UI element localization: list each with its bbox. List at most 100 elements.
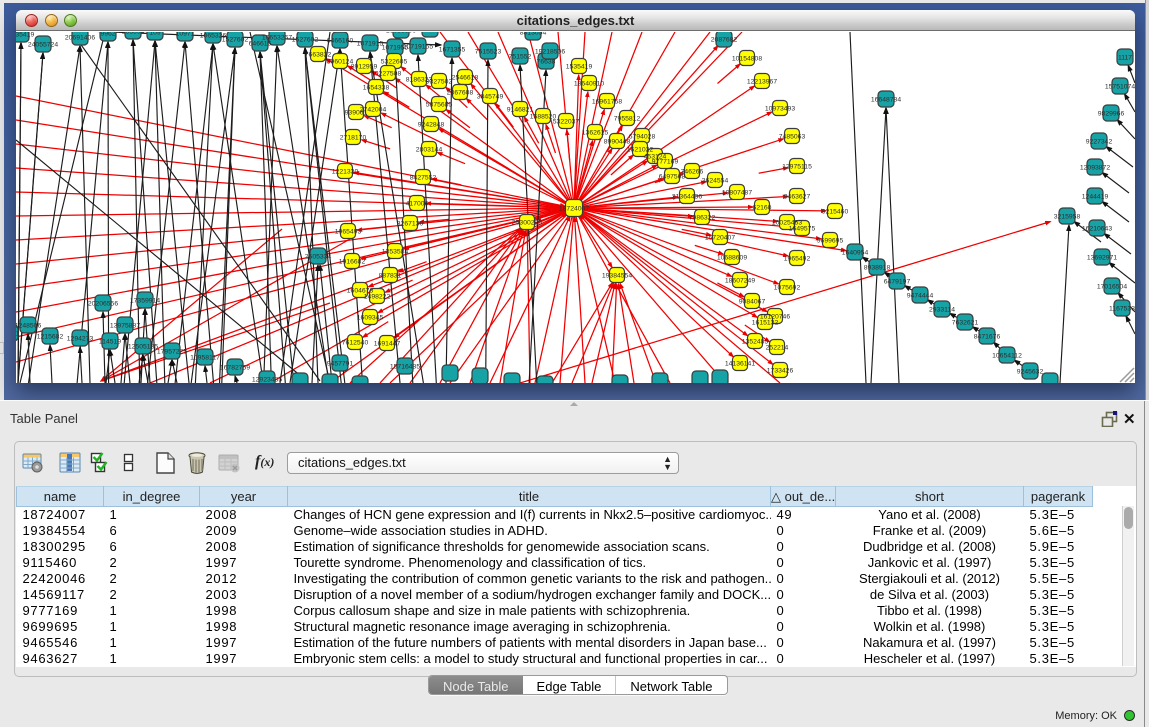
svg-text:114519: 114519 [99, 339, 121, 346]
svg-text:8912959: 8912959 [351, 64, 378, 71]
svg-text:109: 109 [149, 32, 161, 37]
svg-text:9084067: 9084067 [739, 299, 766, 306]
svg-text:20206556: 20206556 [88, 301, 118, 308]
svg-text:2546618: 2546618 [452, 75, 479, 82]
svg-text:1167533: 1167533 [1109, 306, 1135, 313]
svg-text:9699695: 9699695 [817, 238, 844, 245]
svg-text:18640910: 18640910 [574, 81, 604, 88]
svg-text:417006: 417006 [406, 201, 429, 208]
svg-text:10958117: 10958117 [190, 355, 220, 362]
svg-text:16210643: 16210643 [1082, 226, 1112, 233]
svg-text:12213967: 12213967 [747, 79, 777, 86]
svg-text:8471676: 8471676 [974, 334, 1001, 341]
svg-text:10807487: 10807487 [722, 190, 752, 197]
svg-text:10971: 10971 [176, 32, 195, 38]
svg-text:2087682: 2087682 [711, 37, 738, 44]
svg-text:1244419: 1244419 [1082, 194, 1109, 201]
svg-text:3267130: 3267130 [397, 221, 424, 228]
svg-text:9829966: 9829966 [1098, 111, 1125, 118]
svg-text:646616: 646616 [249, 41, 272, 48]
svg-text:1535419: 1535419 [16, 32, 34, 39]
svg-text:1640954: 1640954 [842, 250, 869, 257]
svg-text:15751074: 15751074 [1105, 84, 1135, 91]
svg-text:9215460: 9215460 [822, 209, 849, 216]
svg-text:7986322: 7986322 [689, 215, 716, 222]
svg-text:6479197: 6479197 [884, 279, 911, 286]
svg-text:1671355: 1671355 [439, 47, 466, 54]
svg-text:7632621: 7632621 [952, 320, 979, 327]
svg-text:7485063: 7485063 [779, 134, 806, 141]
svg-text:10719155: 10719155 [403, 44, 433, 51]
svg-text:9227342: 9227342 [1086, 139, 1113, 146]
svg-text:1215682: 1215682 [37, 334, 64, 341]
svg-text:15720407: 15720407 [705, 235, 735, 242]
svg-text:2505334: 2505334 [305, 254, 332, 261]
svg-text:1609345: 1609345 [357, 315, 384, 322]
svg-text:1527602: 1527602 [222, 37, 249, 44]
svg-text:1294273: 1294273 [67, 336, 94, 343]
svg-text:17957225: 17957225 [157, 349, 187, 356]
svg-text:1615132: 1615132 [752, 320, 779, 327]
svg-text:9146821: 9146821 [507, 107, 534, 114]
svg-text:1965493: 1965493 [335, 229, 362, 236]
svg-text:9457791: 9457791 [327, 361, 354, 368]
svg-text:1916682: 1916682 [339, 259, 366, 266]
svg-text:18724007: 18724007 [559, 206, 589, 213]
svg-text:9327502: 9327502 [426, 79, 453, 86]
svg-text:8813054: 8813054 [520, 32, 547, 37]
svg-text:2803144: 2803144 [416, 147, 443, 154]
svg-text:17016504: 17016504 [1097, 284, 1127, 291]
svg-text:12505135: 12505135 [128, 344, 158, 351]
svg-text:76638: 76638 [537, 59, 556, 66]
svg-text:10154808: 10154808 [732, 56, 762, 63]
svg-text:1221330: 1221330 [332, 169, 359, 176]
svg-text:10973493: 10973493 [765, 106, 795, 113]
svg-text:2367608: 2367608 [447, 90, 474, 97]
svg-text:2718170: 2718170 [340, 135, 367, 142]
svg-text:9962: 9962 [100, 32, 115, 38]
svg-text:5875685: 5875685 [426, 102, 453, 109]
svg-text:1691447: 1691447 [374, 341, 401, 348]
svg-text:9463627: 9463627 [784, 194, 811, 201]
svg-text:24055724: 24055724 [28, 42, 58, 49]
svg-text:2933114: 2933114 [929, 307, 955, 314]
svg-text:13692971: 13692971 [1087, 255, 1117, 262]
svg-text:3215958: 3215958 [1054, 214, 1081, 221]
svg-text:7663822: 7663822 [305, 52, 332, 59]
svg-text:887831: 887831 [379, 273, 402, 280]
svg-text:9245632: 9245632 [1017, 369, 1044, 376]
svg-text:1733426: 1733426 [767, 368, 794, 375]
svg-text:10654112: 10654112 [992, 353, 1022, 360]
svg-text:1117: 1117 [1118, 55, 1132, 62]
svg-text:19384554: 19384554 [602, 273, 632, 280]
svg-text:1535419: 1535419 [566, 64, 593, 71]
svg-text:16648784: 16648784 [871, 97, 901, 104]
svg-text:252214: 252214 [766, 345, 789, 352]
svg-text:1075692: 1075692 [774, 285, 801, 292]
svg-text:20691406: 20691406 [65, 35, 95, 42]
svg-text:8960124: 8960124 [327, 59, 354, 66]
svg-text:9474444: 9474444 [907, 293, 934, 300]
svg-text:1965492: 1965492 [784, 256, 811, 263]
svg-text:14136141: 14136141 [725, 361, 755, 368]
svg-text:8990448: 8990448 [604, 139, 631, 146]
svg-text:15716485: 15716485 [390, 364, 420, 371]
svg-text:12923485: 12923485 [252, 377, 282, 384]
svg-text:7612540: 7612540 [342, 340, 369, 347]
svg-text:16961758: 16961758 [592, 99, 622, 106]
svg-text:8938918: 8938918 [864, 265, 891, 272]
svg-text:746266: 746266 [681, 169, 704, 176]
svg-text:19218506: 19218506 [535, 49, 565, 56]
svg-text:5322037: 5322037 [553, 119, 580, 126]
svg-text:1362615: 1362615 [582, 130, 609, 137]
svg-text:12975115: 12975115 [782, 164, 812, 171]
svg-text:1071915: 1071915 [357, 41, 384, 48]
svg-text:17359914: 17359914 [130, 298, 160, 305]
svg-text:6794028: 6794028 [629, 134, 656, 141]
svg-text:13975887: 13975887 [110, 323, 140, 330]
svg-text:8427552: 8427552 [410, 175, 437, 182]
svg-text:9227508: 9227508 [375, 71, 402, 78]
svg-text:39151: 39151 [16, 331, 20, 338]
svg-text:1353584: 1353584 [382, 249, 409, 256]
svg-text:9777169: 9777169 [652, 159, 679, 166]
